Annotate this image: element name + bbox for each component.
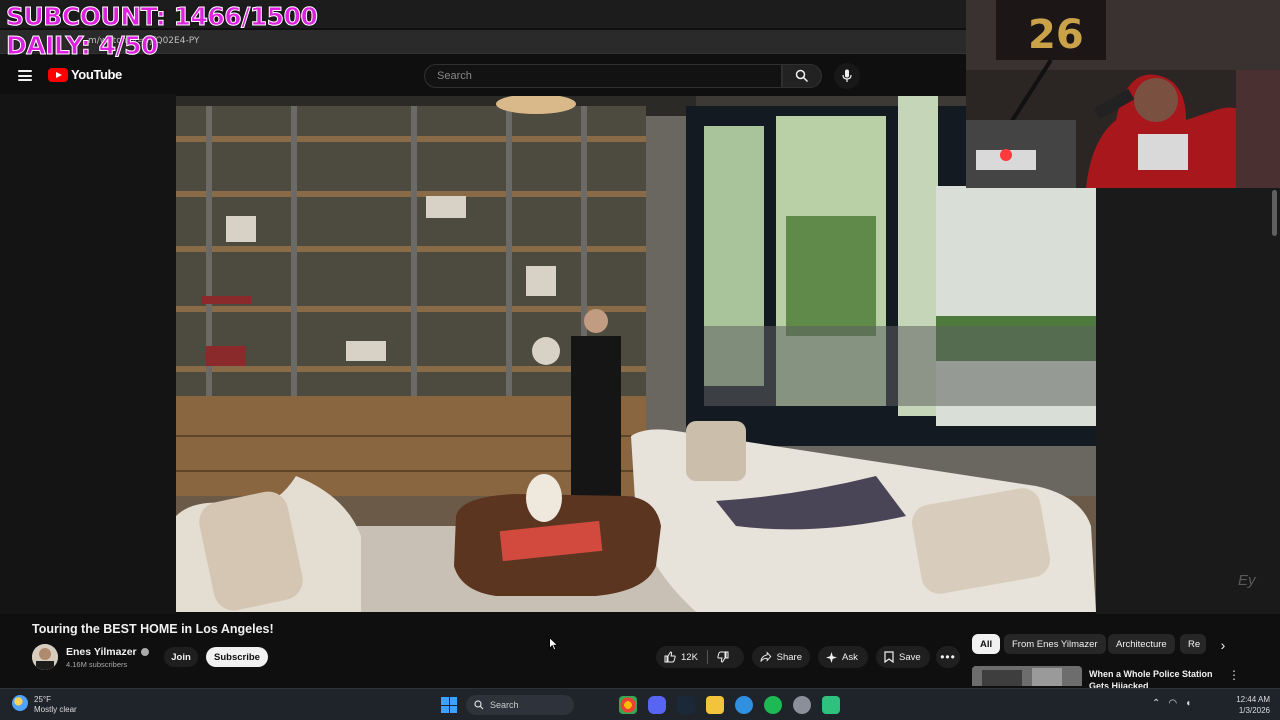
ask-button[interactable]: Ask	[818, 646, 868, 668]
join-button[interactable]: Join	[164, 647, 198, 667]
video-title: Touring the BEST HOME in Los Angeles!	[32, 622, 274, 636]
windows-taskbar: 25°F Mostly clear Search ⌃ ◠ ◖ 12:44 AM …	[0, 688, 1280, 720]
subscriber-count: 4.16M subscribers	[66, 660, 128, 669]
recommendation-thumbnail[interactable]	[972, 666, 1082, 686]
microphone-icon	[842, 69, 852, 82]
channel-watermark[interactable]: Ey	[1238, 572, 1256, 589]
youtube-logo-text: YouTube	[71, 67, 122, 82]
subcount-text: SUBCOUNT: 1466/1500	[5, 2, 318, 31]
stream-counter-overlay: SUBCOUNT: 1466/1500 DAILY: 4/50	[5, 2, 318, 60]
chip-related[interactable]: Re	[1180, 634, 1206, 654]
file-explorer-icon[interactable]	[706, 696, 724, 714]
share-icon	[760, 651, 772, 662]
channel-avatar[interactable]	[32, 644, 58, 670]
save-label: Save	[899, 651, 921, 663]
discord-icon[interactable]	[648, 696, 666, 714]
daily-text: DAILY: 4/50	[5, 31, 158, 60]
chrome-icon[interactable]	[619, 696, 637, 714]
steam-icon[interactable]	[677, 696, 695, 714]
player-left-backdrop	[0, 94, 176, 614]
player-right-backdrop	[1096, 188, 1280, 614]
search-box[interactable]	[424, 64, 782, 88]
voice-search-button[interactable]	[834, 63, 860, 89]
more-actions-button[interactable]: •••	[936, 646, 960, 668]
like-dislike-group: 12K	[656, 646, 744, 668]
save-button[interactable]: Save	[876, 646, 930, 668]
thumbs-down-icon[interactable]	[717, 651, 729, 663]
verified-badge-icon	[140, 648, 149, 656]
youtube-play-icon	[48, 67, 68, 82]
channel-name[interactable]: Enes Yilmazer	[66, 646, 149, 658]
windows-start-icon[interactable]	[441, 697, 457, 713]
volume-icon[interactable]: ◖	[1185, 698, 1191, 709]
weather-temp: 25°F	[34, 695, 51, 704]
edge-icon[interactable]	[735, 696, 753, 714]
mouse-cursor-icon	[549, 637, 559, 651]
spotify-icon[interactable]	[764, 696, 782, 714]
chevron-up-icon[interactable]: ⌃	[1152, 698, 1160, 709]
weather-icon	[12, 695, 28, 711]
avatar-image	[32, 644, 58, 670]
clock-date: 1/3/2026	[1238, 706, 1270, 715]
sparkle-icon	[826, 651, 837, 663]
like-divider	[706, 650, 708, 664]
chevron-right-icon[interactable]: ›	[1214, 636, 1232, 654]
youtube-logo[interactable]: YouTube	[48, 67, 122, 82]
svg-text:26: 26	[1028, 12, 1084, 58]
subscribe-button[interactable]: Subscribe	[206, 647, 268, 667]
bookmark-icon	[884, 651, 894, 663]
search-button[interactable]	[782, 64, 822, 88]
like-count: 12K	[681, 651, 698, 663]
screen: m/watch?v=vjfQ02E4-PY SUBCOUNT: 1466/150…	[0, 0, 1280, 720]
search-input[interactable]	[425, 65, 781, 87]
system-tray: ⌃ ◠ ◖	[1152, 698, 1191, 709]
streamer-webcam: 26	[966, 0, 1280, 188]
thumbnail-image	[972, 666, 1082, 686]
recommendation-title[interactable]: When a Whole Police Station Gets Hijacke…	[1089, 668, 1219, 688]
channel-name-text[interactable]: Enes Yilmazer	[66, 646, 137, 658]
weather-condition: Mostly clear	[34, 705, 77, 714]
search-icon	[474, 700, 484, 710]
menu-icon[interactable]	[18, 70, 32, 81]
taskbar-search-label: Search	[490, 700, 519, 710]
page-scrollbar[interactable]	[1272, 190, 1277, 236]
webcam-feed-image: 26	[966, 0, 1280, 188]
settings-gear-icon[interactable]	[793, 696, 811, 714]
youtube-header: YouTube	[0, 58, 966, 94]
video-player[interactable]	[176, 96, 1096, 612]
chip-from-channel[interactable]: From Enes Yilmazer	[1004, 634, 1106, 654]
thumbs-up-icon	[664, 651, 676, 663]
wifi-icon[interactable]: ◠	[1168, 698, 1177, 709]
chip-architecture[interactable]: Architecture	[1108, 634, 1175, 654]
share-label: Share	[776, 651, 802, 663]
app-icon[interactable]	[822, 696, 840, 714]
kebab-menu-icon[interactable]: ⋮	[1228, 668, 1240, 682]
chip-all[interactable]: All	[972, 634, 1001, 654]
ask-label: Ask	[842, 651, 858, 663]
taskbar-search[interactable]: Search	[466, 695, 574, 715]
search-icon	[795, 69, 809, 83]
taskbar-clock[interactable]: 12:44 AM 1/3/2026	[1226, 694, 1270, 716]
share-button[interactable]: Share	[752, 646, 810, 668]
clock-time: 12:44 AM	[1236, 695, 1270, 704]
video-frame-image	[176, 96, 1096, 612]
like-button[interactable]: 12K	[664, 651, 698, 663]
weather-widget[interactable]: 25°F Mostly clear	[12, 695, 77, 715]
